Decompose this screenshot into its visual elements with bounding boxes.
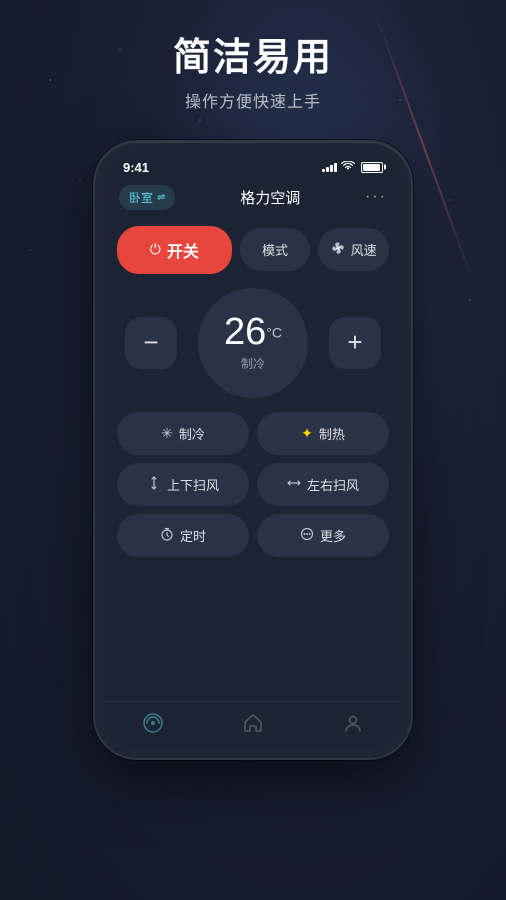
fan-label: 风速 xyxy=(351,240,377,259)
controls-area: ⏻ 开关 模式 xyxy=(103,218,403,701)
room-label: 卧室 xyxy=(129,189,153,206)
function-grid: ✳ 制冷 ✦ 制热 上下扫风 xyxy=(117,412,389,557)
battery-icon xyxy=(361,162,383,173)
battery-fill xyxy=(363,164,380,171)
signal-bar-2 xyxy=(326,167,329,172)
status-time: 9:41 xyxy=(123,160,149,175)
vertical-sweep-label: 上下扫风 xyxy=(167,475,219,494)
app-title: 格力空调 xyxy=(240,187,300,208)
vertical-sweep-button[interactable]: 上下扫风 xyxy=(117,463,249,506)
signal-bar-1 xyxy=(322,169,325,172)
tab-remote[interactable] xyxy=(142,712,164,734)
mode-button[interactable]: 模式 xyxy=(240,228,311,271)
temperature-value-row: 26°C xyxy=(224,313,282,351)
room-selector[interactable]: 卧室 ⇌ xyxy=(119,185,175,210)
horizontal-sweep-button[interactable]: 左右扫风 xyxy=(257,463,389,506)
temp-minus-button[interactable]: − xyxy=(125,317,177,369)
more-options-button[interactable]: 更多 xyxy=(257,514,389,557)
tab-home[interactable] xyxy=(242,712,264,734)
more-options-icon xyxy=(300,527,314,544)
minus-icon: − xyxy=(143,327,158,358)
more-options-label: 更多 xyxy=(320,526,346,545)
heat-icon: ✦ xyxy=(301,425,313,442)
signal-icon xyxy=(322,162,337,172)
timer-icon xyxy=(160,527,174,544)
wifi-icon xyxy=(341,161,355,174)
temperature-unit: °C xyxy=(266,325,282,341)
top-row: ⏻ 开关 模式 xyxy=(117,226,389,274)
hero-title: 简洁易用 xyxy=(173,36,333,82)
page-content: 简洁易用 操作方便快速上手 9:41 xyxy=(0,0,506,900)
hero-subtitle: 操作方便快速上手 xyxy=(173,88,333,112)
status-icons xyxy=(322,161,383,174)
status-bar: 9:41 xyxy=(103,150,403,179)
power-icon: ⏻ xyxy=(150,241,161,258)
power-label: 开关 xyxy=(167,238,199,262)
phone-frame: 9:41 xyxy=(93,140,413,760)
tab-profile[interactable] xyxy=(342,712,364,734)
timer-label: 定时 xyxy=(180,526,206,545)
temperature-display: 26°C 制冷 xyxy=(198,288,308,398)
room-switch-icon: ⇌ xyxy=(157,192,165,203)
heat-label: 制热 xyxy=(319,424,345,443)
phone-screen: 9:41 xyxy=(103,150,403,750)
temperature-row: − 26°C 制冷 + xyxy=(117,284,389,402)
plus-icon: + xyxy=(347,327,362,358)
more-button[interactable]: ··· xyxy=(365,188,387,206)
hero-section: 简洁易用 操作方便快速上手 xyxy=(173,36,333,112)
fan-button[interactable]: 风速 xyxy=(318,228,389,271)
tab-bar xyxy=(103,701,403,750)
temperature-value: 26 xyxy=(224,311,266,353)
timer-button[interactable]: 定时 xyxy=(117,514,249,557)
cool-icon: ✳ xyxy=(161,425,173,442)
signal-bar-3 xyxy=(330,165,333,172)
power-button[interactable]: ⏻ 开关 xyxy=(117,226,232,274)
app-header: 卧室 ⇌ 格力空调 ··· xyxy=(103,179,403,218)
mode-label: 模式 xyxy=(262,240,288,259)
cool-button[interactable]: ✳ 制冷 xyxy=(117,412,249,455)
horizontal-sweep-icon xyxy=(287,476,301,493)
temp-plus-button[interactable]: + xyxy=(329,317,381,369)
heat-button[interactable]: ✦ 制热 xyxy=(257,412,389,455)
fan-icon xyxy=(331,241,345,258)
temperature-mode: 制冷 xyxy=(241,355,265,372)
horizontal-sweep-label: 左右扫风 xyxy=(307,475,359,494)
signal-bar-4 xyxy=(334,163,337,172)
cool-label: 制冷 xyxy=(179,424,205,443)
vertical-sweep-icon xyxy=(147,476,161,493)
